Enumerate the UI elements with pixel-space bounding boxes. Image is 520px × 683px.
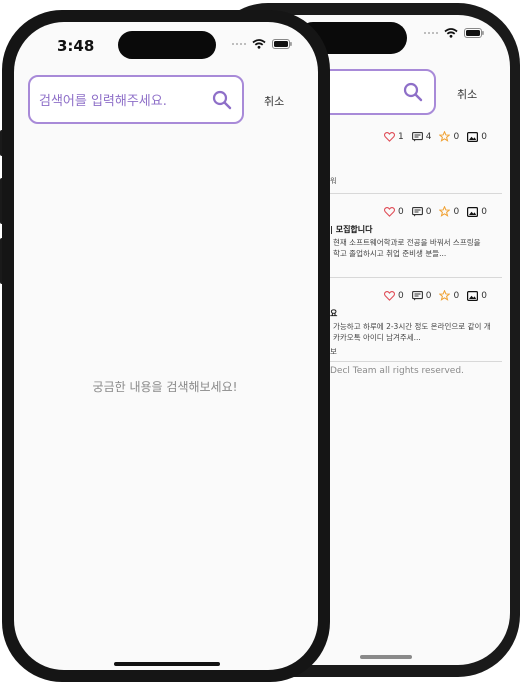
comment-stat[interactable]: 0 (411, 206, 432, 217)
signal-icon (424, 32, 438, 34)
result-3-meta: 보 (330, 347, 337, 356)
result-3-stats: 0 0 0 0 (384, 290, 487, 301)
favorite-count: 0 (453, 290, 460, 301)
favorite-stat[interactable]: 0 (439, 131, 459, 142)
heart-icon (384, 206, 395, 217)
comment-icon (411, 131, 423, 142)
image-stat: 0 (467, 207, 487, 217)
footer-copyright: Decl Team all rights reserved. (330, 366, 464, 376)
status-time: 3:48 (57, 37, 95, 55)
home-indicator[interactable] (114, 662, 220, 666)
image-stat: 0 (467, 132, 487, 142)
signal-icon (232, 43, 246, 45)
battery-icon (464, 28, 484, 38)
star-icon (439, 290, 451, 301)
cancel-button[interactable]: 취소 (264, 93, 284, 109)
favorite-count: 0 (453, 131, 460, 142)
comment-count: 0 (425, 206, 432, 217)
image-icon (467, 131, 479, 142)
search-placeholder: 검색어를 입력해주세요. (39, 94, 167, 109)
image-stat: 0 (467, 291, 487, 301)
image-count: 0 (481, 290, 487, 301)
result-3-preview-line-1: 가능하고 하루에 2-3시간 정도 온라인으로 같이 개 (333, 322, 491, 331)
empty-search-message: 궁금한 내용을 검색해보세요! (92, 380, 238, 394)
result-divider (318, 361, 502, 362)
result-divider (318, 277, 502, 278)
wifi-icon (252, 39, 266, 49)
image-count: 0 (481, 131, 487, 142)
comment-stat[interactable]: 4 (411, 131, 432, 142)
comment-icon (411, 206, 423, 217)
star-icon (439, 206, 451, 217)
back-home-indicator (360, 655, 412, 659)
back-status-icons (424, 28, 484, 38)
battery-icon (272, 39, 292, 49)
search-input[interactable]: 검색어를 입력해주세요. (28, 75, 244, 124)
image-icon (467, 290, 479, 301)
heart-icon (384, 290, 395, 301)
favorite-stat[interactable]: 0 (439, 206, 459, 217)
result-2-title[interactable]: | 모집합니다 (330, 224, 373, 235)
like-count: 0 (398, 206, 404, 217)
result-2-stats: 0 0 0 0 (384, 206, 487, 217)
result-divider (318, 193, 502, 194)
result-2-preview-line-1: 현재 소프트웨어학과로 전공을 바꿔서 스프링을 (333, 238, 481, 247)
result-2-preview-line-2: 학고 졸업하시고 취업 준비생 분들... (333, 249, 447, 258)
comment-count: 4 (425, 131, 432, 142)
back-cancel-button[interactable]: 취소 (457, 86, 477, 102)
image-icon (467, 206, 479, 217)
comment-icon (411, 290, 423, 301)
result-1-stats: 1 4 0 0 (384, 131, 487, 142)
search-icon[interactable] (212, 90, 232, 110)
result-3-preview-line-2: 카카오톡 아이디 남겨주세... (333, 333, 421, 342)
like-stat[interactable]: 0 (384, 291, 404, 301)
like-count: 1 (398, 131, 404, 142)
front-status-icons (232, 39, 292, 49)
search-icon[interactable] (403, 82, 423, 102)
comment-count: 0 (425, 290, 432, 301)
like-count: 0 (398, 290, 404, 301)
front-dynamic-island (118, 31, 216, 59)
wifi-icon (444, 28, 458, 38)
favorite-stat[interactable]: 0 (439, 290, 459, 301)
image-count: 0 (481, 206, 487, 217)
like-stat[interactable]: 0 (384, 207, 404, 217)
heart-icon (384, 131, 395, 142)
like-stat[interactable]: 1 (384, 132, 404, 142)
comment-stat[interactable]: 0 (411, 290, 432, 301)
star-icon (439, 131, 451, 142)
favorite-count: 0 (453, 206, 460, 217)
result-1-meta: 워 (330, 177, 337, 185)
result-3-title[interactable]: 요 (330, 308, 337, 319)
